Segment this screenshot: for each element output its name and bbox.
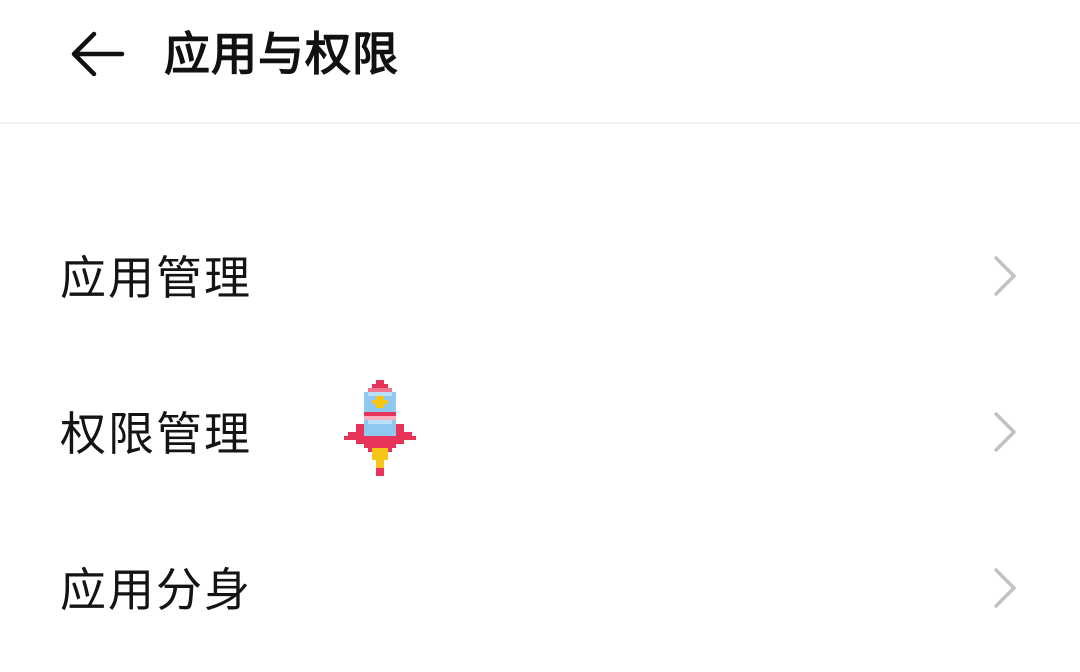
back-button[interactable] bbox=[56, 18, 136, 90]
menu-item-app-management[interactable]: 应用管理 bbox=[0, 200, 1080, 356]
chevron-right-icon bbox=[994, 568, 1016, 608]
pixel-rocket-icon[interactable] bbox=[344, 380, 416, 476]
page-title: 应用与权限 bbox=[164, 27, 399, 81]
app-bar: 应用与权限 bbox=[0, 0, 1080, 124]
menu-item-label: 权限管理 bbox=[60, 407, 252, 461]
menu-item-label: 应用管理 bbox=[60, 251, 252, 305]
chevron-right-icon bbox=[994, 412, 1016, 452]
menu-item-app-clone[interactable]: 应用分身 bbox=[0, 512, 1080, 668]
menu-item-label: 应用分身 bbox=[60, 563, 252, 617]
menu-item-permission-management[interactable]: 权限管理 bbox=[0, 356, 1080, 512]
chevron-right-icon bbox=[994, 256, 1016, 296]
back-arrow-icon bbox=[71, 31, 125, 77]
